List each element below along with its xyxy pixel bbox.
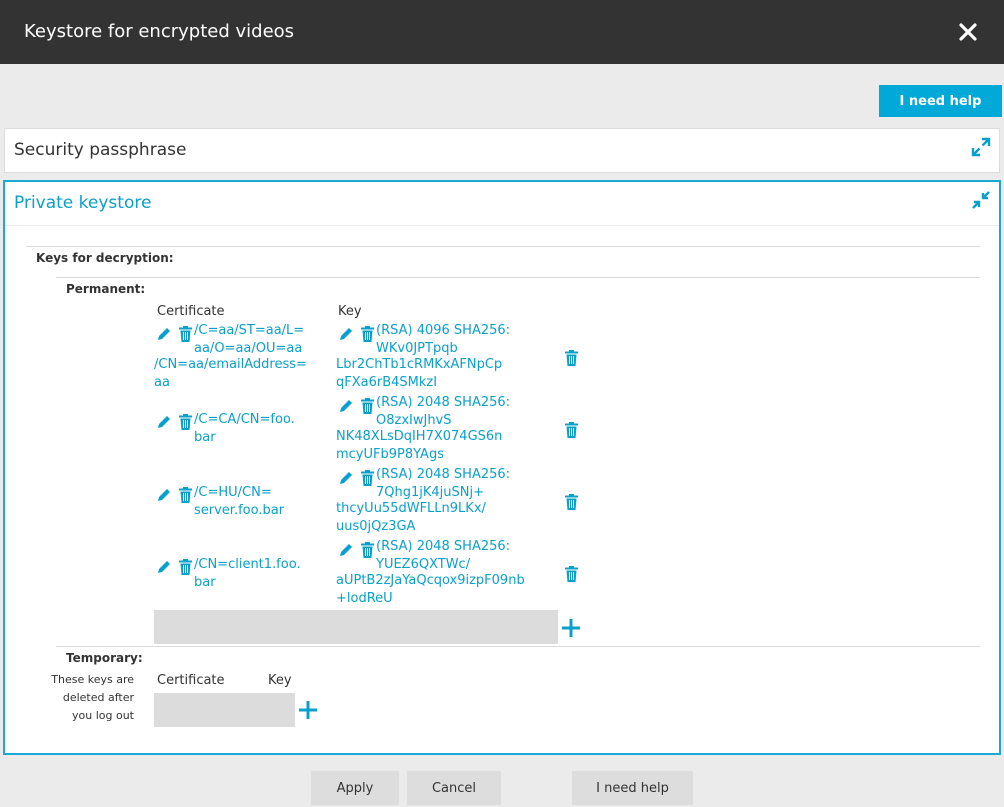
- security-passphrase-title[interactable]: Security passphrase: [14, 139, 186, 161]
- edit-icon[interactable]: [338, 326, 354, 342]
- key-link[interactable]: +lodReU: [336, 590, 393, 608]
- delete-row-icon[interactable]: [565, 350, 578, 366]
- dialog-title: Keystore for encrypted videos: [24, 21, 295, 42]
- keys-for-decryption-label: Keys for decryption:: [36, 251, 174, 265]
- collapse-icon[interactable]: [971, 190, 991, 210]
- delete-icon[interactable]: [179, 414, 192, 430]
- key-link[interactable]: uus0jQz3GA: [336, 518, 415, 536]
- delete-row-icon[interactable]: [565, 494, 578, 510]
- certificate-link[interactable]: /CN=aa/emailAddress=: [154, 356, 307, 374]
- divider: [56, 277, 980, 278]
- temporary-certificate-header: Certificate: [157, 673, 225, 688]
- key-link[interactable]: aUPtB2zJaYaQcqox9izpF09nb: [336, 572, 525, 590]
- key-link[interactable]: NK48XLsDqIH7X074GS6n: [336, 428, 502, 446]
- certificate-link[interactable]: /C=CA/CN=foo.: [194, 411, 295, 429]
- close-icon[interactable]: [957, 21, 979, 43]
- edit-icon[interactable]: [156, 414, 172, 430]
- delete-row-icon[interactable]: [565, 566, 578, 582]
- delete-icon[interactable]: [361, 326, 374, 342]
- certificate-link[interactable]: aa: [154, 374, 170, 392]
- delete-icon[interactable]: [179, 487, 192, 503]
- cancel-button[interactable]: Cancel: [407, 771, 501, 805]
- key-link[interactable]: (RSA) 2048 SHA256:: [376, 394, 510, 412]
- divider: [26, 246, 980, 247]
- edit-icon[interactable]: [338, 470, 354, 486]
- certificate-link[interactable]: /CN=client1.foo.: [194, 556, 301, 574]
- edit-icon[interactable]: [338, 398, 354, 414]
- key-column-header: Key: [338, 304, 362, 319]
- temporary-note-line: deleted after: [62, 691, 134, 704]
- temporary-note-line: you log out: [72, 709, 134, 722]
- edit-icon[interactable]: [338, 542, 354, 558]
- key-link[interactable]: (RSA) 2048 SHA256:: [376, 466, 510, 484]
- apply-button[interactable]: Apply: [311, 771, 399, 805]
- help-button-bottom[interactable]: I need help: [572, 771, 693, 805]
- delete-icon[interactable]: [361, 398, 374, 414]
- certificate-link[interactable]: server.foo.bar: [194, 502, 284, 520]
- private-keystore-title[interactable]: Private keystore: [14, 192, 151, 214]
- panel-header-divider: [5, 225, 999, 226]
- key-link[interactable]: Lbr2ChTb1cRMKxAFNpCp: [336, 356, 502, 374]
- temporary-key-header: Key: [268, 673, 292, 688]
- help-button-top[interactable]: I need help: [879, 85, 1002, 117]
- certificate-link[interactable]: bar: [194, 574, 216, 592]
- add-icon[interactable]: [561, 618, 581, 638]
- temporary-label: Temporary:: [66, 651, 143, 665]
- delete-row-icon[interactable]: [565, 422, 578, 438]
- delete-icon[interactable]: [361, 470, 374, 486]
- edit-icon[interactable]: [156, 326, 172, 342]
- key-link[interactable]: thcyUu55dWFLLn9LKx/: [336, 500, 486, 518]
- new-temporary-key-row[interactable]: [154, 693, 295, 727]
- divider: [56, 646, 980, 647]
- edit-icon[interactable]: [156, 487, 172, 503]
- add-icon[interactable]: [298, 700, 318, 720]
- temporary-note: These keys are deleted after you log out: [40, 671, 134, 725]
- certificate-column-header: Certificate: [157, 304, 225, 319]
- temporary-note-line: These keys are: [51, 673, 134, 686]
- expand-icon[interactable]: [971, 137, 991, 157]
- certificate-link[interactable]: /C=aa/ST=aa/L=: [194, 322, 304, 340]
- edit-icon[interactable]: [156, 559, 172, 575]
- certificate-link[interactable]: bar: [194, 429, 216, 447]
- certificate-link[interactable]: /C=HU/CN=: [194, 484, 272, 502]
- key-link[interactable]: (RSA) 4096 SHA256:: [376, 322, 510, 340]
- delete-icon[interactable]: [179, 559, 192, 575]
- key-link[interactable]: qFXa6rB4SMkzI: [336, 374, 437, 392]
- key-link[interactable]: mcyUFb9P8YAgs: [336, 446, 444, 464]
- delete-icon[interactable]: [179, 326, 192, 342]
- permanent-label: Permanent:: [66, 282, 146, 296]
- key-link[interactable]: (RSA) 2048 SHA256:: [376, 538, 510, 556]
- delete-icon[interactable]: [361, 542, 374, 558]
- new-permanent-key-row[interactable]: [154, 610, 558, 644]
